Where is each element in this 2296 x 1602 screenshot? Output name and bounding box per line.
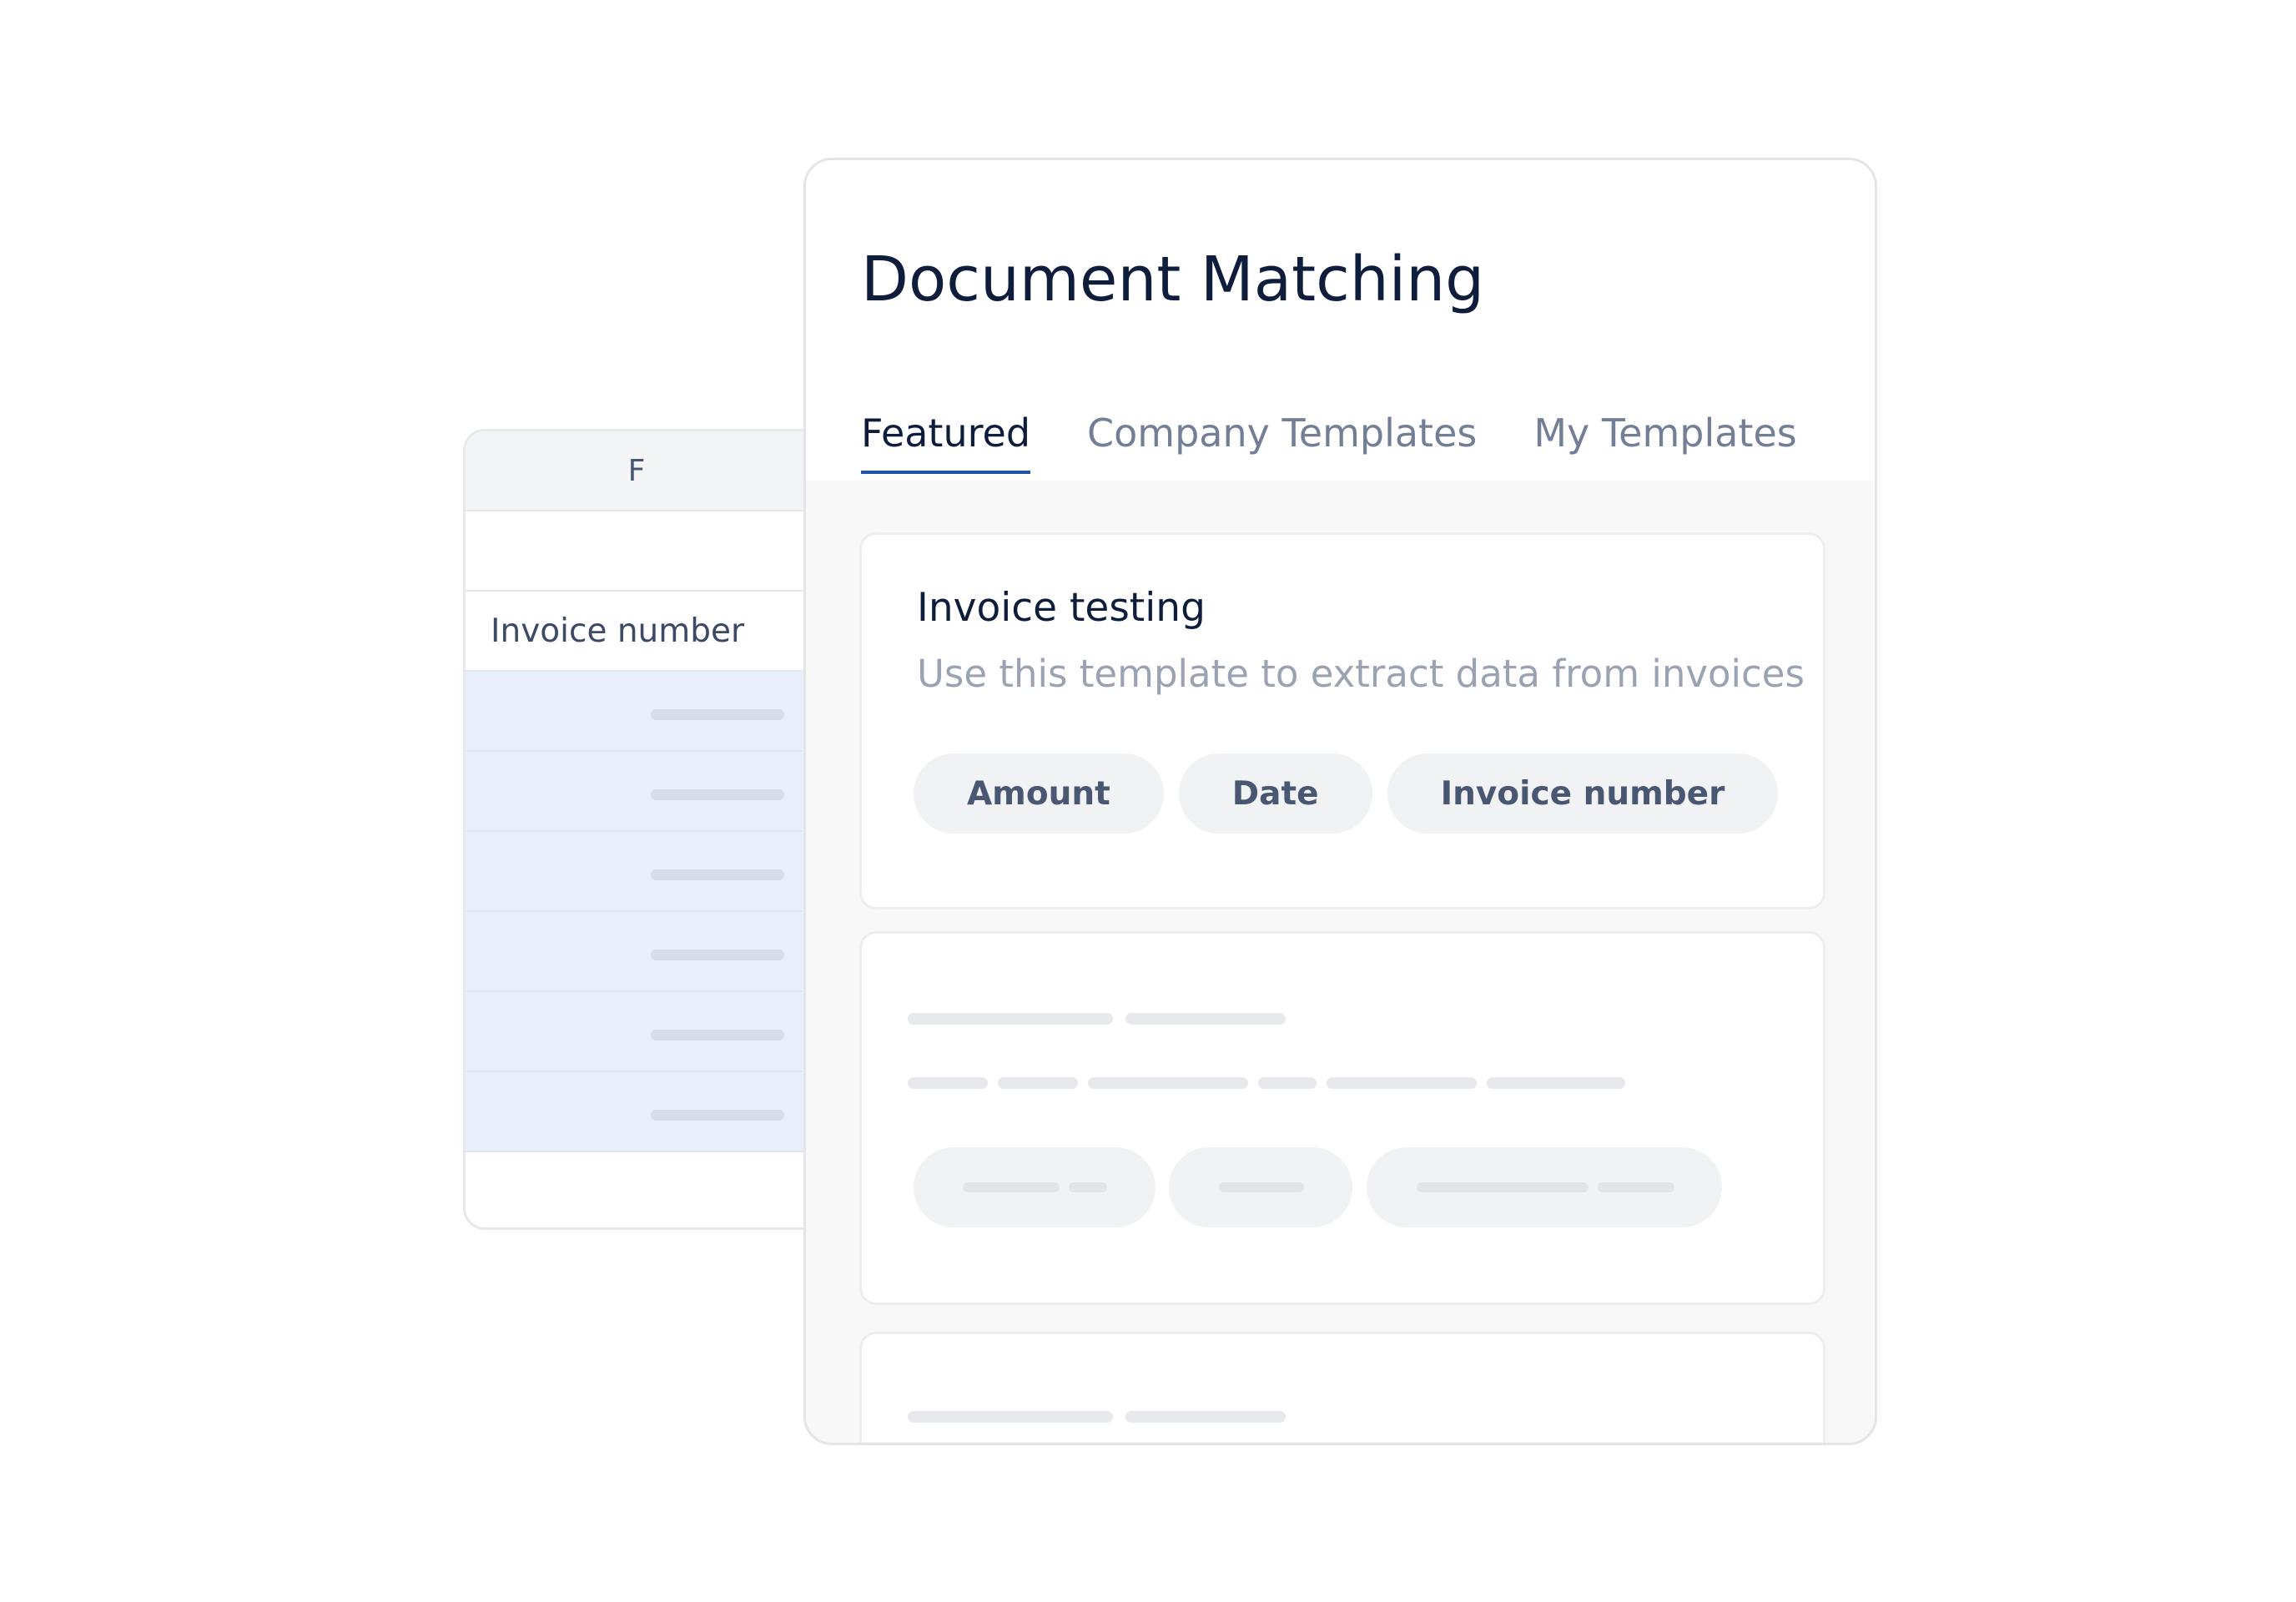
skeleton-description-line [1487,1077,1625,1089]
panel-header: Document Matching Featured Company Templ… [806,160,1875,481]
template-card-skeleton [859,931,1825,1305]
skeleton-description-line [1088,1077,1248,1089]
skeleton-description-line [1258,1077,1317,1089]
skeleton-chip-line [1069,1182,1107,1192]
tab-featured[interactable]: Featured [861,411,1031,474]
skeleton-chip-line [1219,1182,1304,1192]
document-matching-panel: Document Matching Featured Company Templ… [803,158,1877,1445]
template-tabs: Featured Company Templates My Templates [861,411,1797,474]
skeleton-title-line [908,1411,1113,1423]
skeleton-chip-line [963,1182,1060,1192]
placeholder-bar [651,1030,784,1040]
skeleton-description-line [908,1077,988,1089]
placeholder-bar [651,950,784,960]
cell-label-text: Invoice number [491,612,745,650]
skeleton-chip-line [1598,1182,1674,1192]
template-title: Invoice testing [917,585,1206,631]
field-chip-invoice-number[interactable]: Invoice number [1387,753,1779,834]
placeholder-bar [651,1110,784,1121]
template-fields: Amount Date Invoice number [914,753,1779,834]
page-title: Document Matching [861,244,1485,315]
skeleton-title-line [908,1013,1113,1025]
skeleton-description-line [998,1077,1078,1089]
placeholder-bar [651,869,784,880]
template-description: Use this template to extract data from i… [917,652,1805,696]
skeleton-title-line [1125,1411,1286,1423]
field-chip-date[interactable]: Date [1178,753,1372,834]
template-card-skeleton [859,1332,1825,1443]
placeholder-bar [651,789,784,800]
skeleton-chip-line [1417,1182,1589,1192]
column-letter: F [627,453,646,488]
tab-company-templates[interactable]: Company Templates [1087,411,1477,474]
template-card[interactable]: Invoice testing Use this template to ext… [859,532,1825,909]
skeleton-description-line [1327,1077,1477,1089]
skeleton-title-line [1125,1013,1286,1025]
field-chip-amount[interactable]: Amount [914,753,1164,834]
stage: F Invoice number Document Matching Featu… [0,0,2296,1602]
tab-my-templates[interactable]: My Templates [1533,411,1796,474]
placeholder-bar [651,709,784,720]
